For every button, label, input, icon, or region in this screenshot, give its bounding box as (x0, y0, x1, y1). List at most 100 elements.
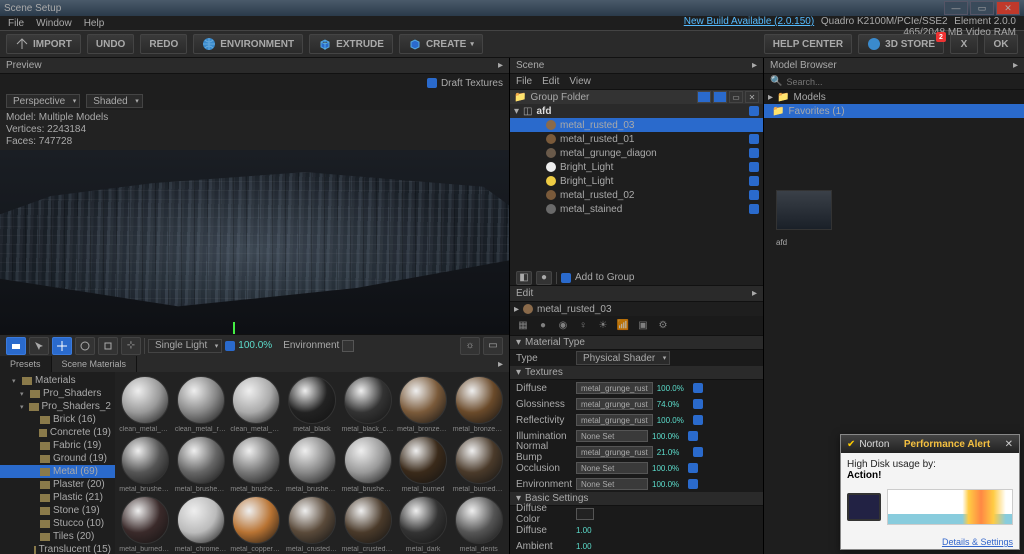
material-item[interactable]: clean_metal_rough (175, 376, 228, 433)
3d-store-button[interactable]: 3D STORE2 (858, 34, 944, 54)
texture-field[interactable]: metal_grunge_rust (576, 382, 653, 394)
tree-node[interactable]: Ground (19) (0, 452, 115, 465)
material-item[interactable]: metal_copper_brt (230, 496, 283, 553)
visibility-toggle[interactable] (749, 176, 759, 186)
scene-item[interactable]: metal_rusted_03 (510, 118, 763, 132)
material-item[interactable]: metal_dark (397, 496, 450, 553)
scene-item[interactable]: metal_rusted_01 (510, 132, 763, 146)
add-icon[interactable]: ◧ (516, 271, 532, 285)
texture-field[interactable]: None Set (576, 430, 648, 442)
new-build-link[interactable]: New Build Available (2.0.150) (684, 16, 814, 27)
visibility-toggle[interactable] (749, 162, 759, 172)
tab-presets[interactable]: Presets (0, 356, 52, 372)
extrude-button[interactable]: EXTRUDE (309, 34, 393, 54)
display-button[interactable]: ▭ (483, 337, 503, 355)
close-button[interactable]: ✕ (996, 1, 1020, 15)
visibility-toggle[interactable] (749, 148, 759, 158)
maximize-button[interactable]: ▭ (970, 1, 994, 15)
material-item[interactable]: metal_brushed_bla (119, 436, 172, 493)
light-icon[interactable]: ♀ (576, 319, 590, 333)
tree-node[interactable]: Plaster (20) (0, 478, 115, 491)
material-item[interactable]: metal_chrome_dis (175, 496, 228, 553)
scene-file[interactable]: File (516, 76, 532, 87)
material-item[interactable]: clean_metal_smoo (230, 376, 283, 433)
tree-node[interactable]: Translucent (15) (0, 543, 115, 554)
create-button[interactable]: CREATE▾ (399, 34, 483, 54)
search-input[interactable] (786, 77, 1018, 87)
draft-textures-checkbox[interactable] (427, 78, 437, 88)
texture-toggle[interactable] (688, 479, 698, 489)
minimize-button[interactable]: — (944, 1, 968, 15)
menu-file[interactable]: File (8, 18, 24, 29)
material-item[interactable]: metal_brushed_gr (286, 436, 339, 493)
group-folder-row[interactable]: 📁 Group Folder ▭ ✕ (510, 90, 763, 104)
material-item[interactable]: metal_brushed_din (175, 436, 228, 493)
color-swatch[interactable] (576, 508, 594, 520)
move-tool-button[interactable] (52, 337, 72, 355)
tree-node[interactable]: ▾Materials (0, 374, 115, 387)
tree-node[interactable]: Stucco (10) (0, 517, 115, 530)
texture-toggle[interactable] (693, 447, 703, 457)
scene-view[interactable]: View (569, 76, 591, 87)
scene-edit[interactable]: Edit (542, 76, 559, 87)
scene-item[interactable]: Bright_Light (510, 160, 763, 174)
material-item[interactable]: clean_metal_plate (119, 376, 172, 433)
sphere-icon[interactable]: ● (536, 271, 552, 285)
transform-gizmo[interactable] (220, 325, 250, 334)
texture-toggle[interactable] (688, 431, 698, 441)
popup-close[interactable]: ✕ (1005, 439, 1013, 450)
material-item[interactable]: metal_burned_des (452, 436, 505, 493)
visibility-toggle[interactable] (749, 204, 759, 214)
texture-field[interactable]: None Set (576, 462, 648, 474)
image-icon[interactable]: ▦ (516, 319, 530, 333)
3d-viewport[interactable] (0, 150, 509, 334)
group-btn-3[interactable]: ▭ (729, 91, 743, 103)
camera-dropdown[interactable]: Perspective (6, 94, 80, 108)
group-close[interactable]: ✕ (745, 91, 759, 103)
material-item[interactable]: metal_brushed_pla (341, 436, 394, 493)
texture-toggle[interactable] (693, 399, 703, 409)
tree-node[interactable]: ▾Pro_Shaders (0, 387, 115, 400)
tree-node[interactable]: Brick (16) (0, 413, 115, 426)
material-item[interactable]: metal_bronze_rust (452, 376, 505, 433)
expand-icon[interactable]: ▸ (1013, 60, 1018, 71)
sphere-icon[interactable]: ● (536, 319, 550, 333)
expand-icon[interactable]: ▸ (752, 60, 757, 71)
undo-button[interactable]: UNDO (87, 34, 134, 54)
box-icon[interactable]: ▣ (636, 319, 650, 333)
visibility-toggle[interactable] (749, 106, 759, 116)
scene-item[interactable]: metal_grunge_diagon (510, 146, 763, 160)
scene-root[interactable]: ▾◫ afd (510, 104, 763, 118)
expand-icon[interactable]: ▸ (752, 288, 757, 299)
tree-node[interactable]: Fabric (19) (0, 439, 115, 452)
tree-node[interactable]: Tiles (20) (0, 530, 115, 543)
texture-field[interactable]: metal_grunge_rust (576, 414, 653, 426)
material-item[interactable]: metal_bronze_tex (397, 376, 450, 433)
group-btn-2[interactable] (713, 91, 727, 103)
texture-toggle[interactable] (693, 383, 703, 393)
scene-item[interactable]: metal_stained (510, 202, 763, 216)
material-item[interactable]: metal_dents (452, 496, 505, 553)
tab-scene-materials[interactable]: Scene Materials (52, 356, 138, 372)
light-checkbox[interactable] (225, 341, 235, 351)
texture-field[interactable]: None Set (576, 478, 648, 490)
import-button[interactable]: IMPORT (6, 34, 81, 54)
scale-tool-button[interactable] (98, 337, 118, 355)
texture-field[interactable]: metal_grunge_rust (576, 398, 653, 410)
expand-icon[interactable]: ▸ (492, 359, 509, 370)
tree-node[interactable]: Stone (19) (0, 504, 115, 517)
rotate-tool-button[interactable] (75, 337, 95, 355)
gear-icon[interactable]: ⚙ (656, 319, 670, 333)
sphere2-icon[interactable]: ◉ (556, 319, 570, 333)
material-item[interactable]: metal_brushed_gr (230, 436, 283, 493)
material-item[interactable]: metal_black (286, 376, 339, 433)
menu-help[interactable]: Help (84, 18, 105, 29)
visibility-toggle[interactable] (749, 120, 759, 130)
scene-item[interactable]: Bright_Light (510, 174, 763, 188)
env-swatch[interactable] (342, 340, 354, 352)
textures-section[interactable]: ▾Textures (510, 366, 763, 380)
texture-field[interactable]: metal_grunge_rust (576, 446, 653, 458)
shading-dropdown[interactable]: Shaded (86, 94, 142, 108)
shader-type-dropdown[interactable]: Physical Shader (576, 351, 670, 365)
scene-item[interactable]: metal_rusted_02 (510, 188, 763, 202)
